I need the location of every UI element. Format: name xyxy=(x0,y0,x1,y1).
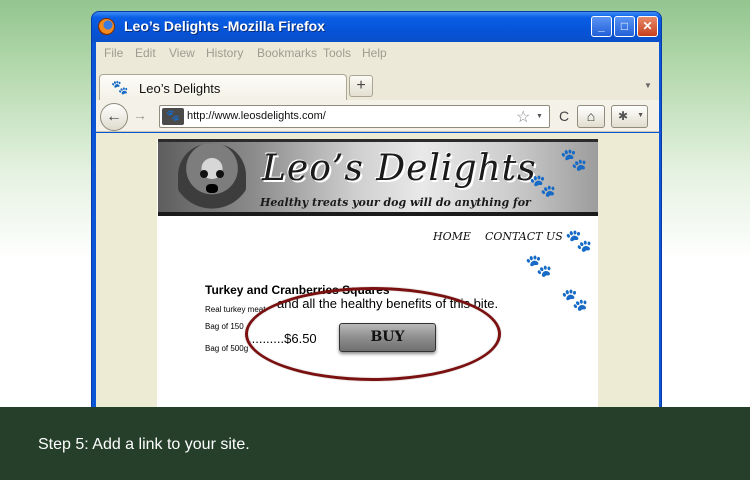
reload-button[interactable]: C xyxy=(554,106,574,127)
close-button[interactable]: ✕ xyxy=(637,16,658,37)
paw-icon: 🐾 xyxy=(560,147,588,172)
menu-help[interactable]: Help xyxy=(362,46,387,60)
title-bar: Leo’s Delights -Mozilla Firefox _ □ ✕ xyxy=(92,12,661,42)
back-button[interactable]: ← xyxy=(100,103,128,131)
tab-leos-delights[interactable]: 🐾 Leo’s Delights xyxy=(99,74,347,100)
tab-label: Leo’s Delights xyxy=(139,81,221,96)
paw-icon: 🐾 xyxy=(565,228,593,253)
paw-icon: 🐾 xyxy=(561,287,589,312)
bookmark-star-icon[interactable]: ☆ xyxy=(516,107,530,127)
tab-list-dropdown-icon[interactable]: ▼ xyxy=(644,81,652,90)
step-caption: Step 5: Add a link to your site. xyxy=(38,436,250,453)
navigation-toolbar: ← → 🐾 http://www.leosdelights.com/ ☆ ▼ C… xyxy=(96,100,659,132)
home-button[interactable]: ⌂ xyxy=(577,105,605,128)
addon-button[interactable]: ✱ ▼ xyxy=(611,105,648,128)
caption-band: Step 5: Add a link to your site. xyxy=(0,407,750,480)
page-viewport: Leo’s Delights Healthy treats your dog w… xyxy=(96,133,659,410)
product-description: Real turkey meat xyxy=(205,305,266,314)
forward-button[interactable]: → xyxy=(133,107,147,123)
site-title: Leo’s Delights xyxy=(262,148,537,189)
menu-view[interactable]: View xyxy=(169,46,195,60)
paw-icon: 🐾 xyxy=(525,253,553,278)
bag-option-150: Bag of 150 xyxy=(205,322,244,331)
browser-window: Leo’s Delights -Mozilla Firefox _ □ ✕ Fi… xyxy=(91,11,662,411)
bag-option-500: Bag of 500g xyxy=(205,344,249,353)
tab-strip: 🐾 Leo’s Delights + ▼ xyxy=(96,64,659,100)
site-nav-contact[interactable]: CONTACT US xyxy=(485,230,563,243)
url-dropdown-icon[interactable]: ▼ xyxy=(536,113,543,120)
menu-edit[interactable]: Edit xyxy=(135,46,156,60)
menu-history[interactable]: History xyxy=(206,46,243,60)
url-text[interactable]: http://www.leosdelights.com/ xyxy=(187,110,326,122)
dog-eye xyxy=(216,170,224,178)
menu-bar: File Edit View History Bookmarks Tools H… xyxy=(96,42,659,64)
url-bar[interactable]: 🐾 http://www.leosdelights.com/ ☆ ▼ xyxy=(159,105,550,128)
maximize-button[interactable]: □ xyxy=(614,16,635,37)
site-tagline: Healthy treats your dog will do anything… xyxy=(260,196,531,209)
paw-icon: 🐾 xyxy=(529,173,557,198)
new-tab-button[interactable]: + xyxy=(349,75,373,97)
minimize-button[interactable]: _ xyxy=(591,16,612,37)
firefox-icon xyxy=(98,18,115,35)
gear-icon: ✱ xyxy=(618,109,629,123)
dog-nose xyxy=(206,184,218,193)
site-favicon-icon: 🐾 xyxy=(162,108,184,125)
menu-tools[interactable]: Tools xyxy=(323,46,351,60)
web-page: Leo’s Delights Healthy treats your dog w… xyxy=(157,139,598,410)
window-title: Leo’s Delights -Mozilla Firefox xyxy=(124,18,325,34)
menu-file[interactable]: File xyxy=(104,46,123,60)
site-nav-home[interactable]: HOME xyxy=(433,230,471,243)
dog-eye xyxy=(200,170,208,178)
menu-bookmarks[interactable]: Bookmarks xyxy=(257,46,317,60)
highlight-oval xyxy=(245,287,501,381)
addon-dropdown-icon[interactable]: ▼ xyxy=(637,106,644,126)
paw-icon: 🐾 xyxy=(111,79,129,95)
dog-photo xyxy=(178,144,246,214)
